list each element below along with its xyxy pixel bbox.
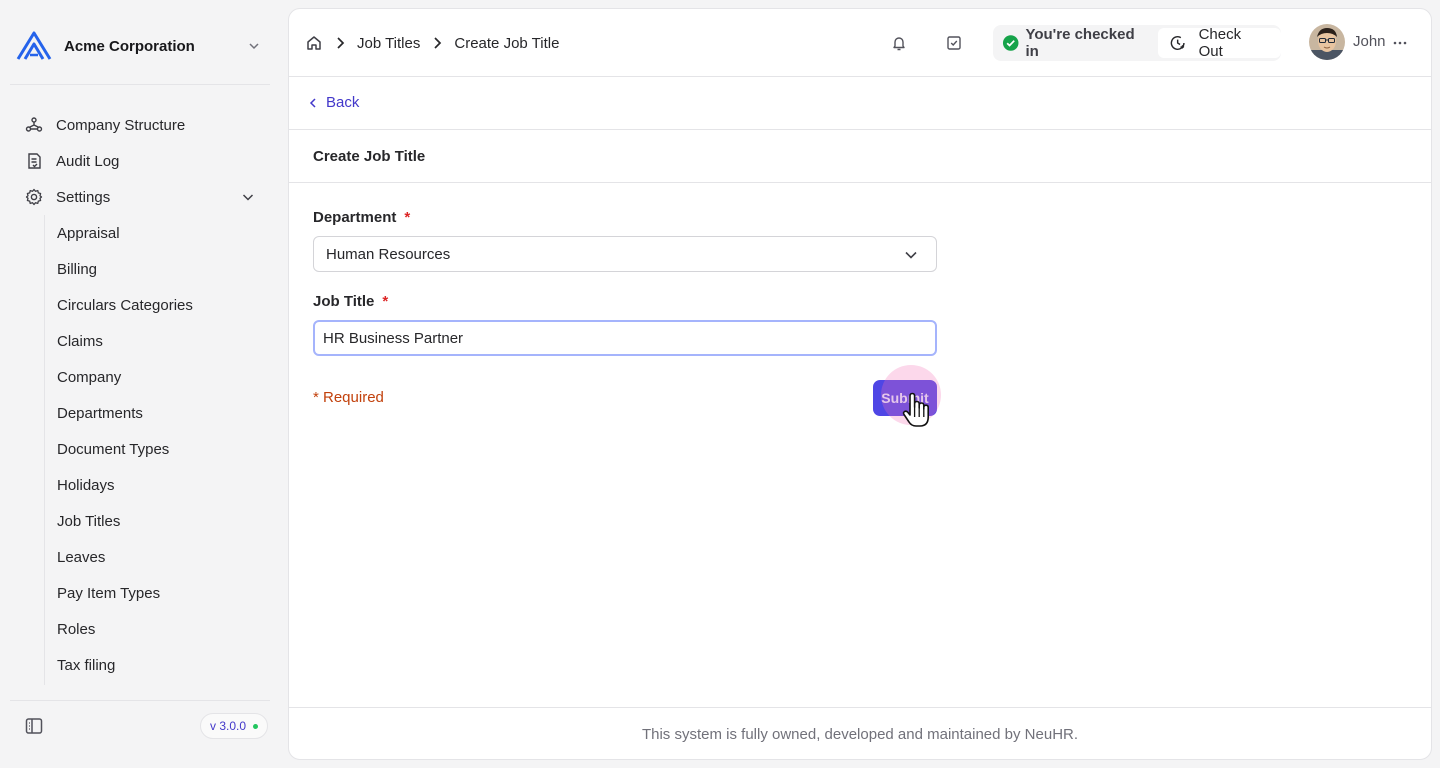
bell-icon[interactable]: [890, 34, 908, 52]
sidebar-item-circulars-categories[interactable]: Circulars Categories: [45, 287, 264, 323]
divider: [10, 84, 270, 85]
chevron-down-icon: [249, 43, 259, 50]
home-icon[interactable]: [305, 34, 323, 52]
main-panel: Job Titles Create Job Title You're check…: [288, 8, 1432, 760]
department-select[interactable]: Human Resources: [313, 236, 937, 272]
check-out-label: Check Out: [1198, 26, 1242, 60]
sidebar-item-label: Company Structure: [56, 116, 186, 134]
company-switcher[interactable]: Acme Corporation: [12, 24, 268, 68]
sidebar-item-appraisal[interactable]: Appraisal: [45, 215, 264, 251]
breadcrumb-job-titles[interactable]: Job Titles: [357, 35, 420, 52]
sidebar-toggle-icon[interactable]: [24, 716, 44, 736]
chevron-right-icon: [434, 37, 442, 49]
sidebar-item-claims[interactable]: Claims: [45, 323, 264, 359]
department-value: Human Resources: [326, 245, 451, 263]
sidebar-item-pay-item-types[interactable]: Pay Item Types: [45, 575, 264, 611]
version-badge: v 3.0.0: [200, 713, 269, 739]
version-text: v 3.0.0: [210, 719, 247, 733]
sidebar-item-tax-filing[interactable]: Tax filing: [45, 647, 264, 683]
task-check-icon[interactable]: [945, 34, 963, 52]
title-bar: Create Job Title: [289, 130, 1431, 183]
footer-text: This system is fully owned, developed an…: [641, 726, 1079, 743]
checkin-widget: You're checked in Check Out: [993, 25, 1281, 61]
sidebar-nav: Company Structure Audit Log Settings: [12, 107, 268, 215]
job-title-label-text: Job Title: [313, 293, 375, 310]
receipt-icon: [24, 151, 44, 171]
check-out-button[interactable]: Check Out: [1158, 26, 1281, 60]
back-bar: Back: [289, 77, 1431, 130]
hand-cursor-icon: [902, 392, 929, 427]
clock-icon: [1170, 36, 1185, 50]
status-dot: [253, 723, 259, 729]
back-link[interactable]: Back: [307, 94, 359, 111]
sidebar-item-settings[interactable]: Settings: [12, 179, 268, 215]
acme-logo-icon: [16, 31, 52, 60]
sidebar-item-company[interactable]: Company: [45, 359, 264, 395]
required-note: * Required: [313, 389, 384, 406]
network-icon: [24, 115, 44, 135]
check-circle-icon: [1002, 35, 1019, 51]
chevron-down-icon: [905, 251, 917, 259]
divider: [10, 700, 270, 701]
required-star: *: [382, 293, 389, 310]
sidebar-item-billing[interactable]: Billing: [45, 251, 264, 287]
sidebar-item-label: Settings: [56, 188, 111, 206]
sidebar-item-holidays[interactable]: Holidays: [45, 467, 264, 503]
sidebar-item-departments[interactable]: Departments: [45, 395, 264, 431]
avatar[interactable]: [1309, 24, 1345, 60]
breadcrumb: Job Titles Create Job Title: [305, 31, 559, 55]
back-label: Back: [326, 94, 360, 111]
job-title-input[interactable]: [313, 320, 937, 356]
sidebar-item-label: Audit Log: [56, 152, 120, 170]
sidebar-item-document-types[interactable]: Document Types: [45, 431, 264, 467]
chevron-down-icon: [242, 194, 254, 201]
company-name: Acme Corporation: [64, 37, 195, 55]
chevron-left-icon: [309, 97, 316, 108]
topbar: Job Titles Create Job Title You're check…: [289, 9, 1431, 77]
footer: This system is fully owned, developed an…: [289, 707, 1431, 759]
job-title-label: Job Title *: [313, 293, 388, 310]
sidebar-item-leaves[interactable]: Leaves: [45, 539, 264, 575]
user-avatar-image: [1309, 24, 1345, 60]
sidebar-item-roles[interactable]: Roles: [45, 611, 264, 647]
chevron-right-icon: [337, 37, 345, 49]
gear-icon: [24, 187, 44, 207]
department-label-text: Department: [313, 209, 397, 226]
sidebar: Acme Corporation Company Structure Audit…: [0, 0, 280, 768]
page-title: Create Job Title: [313, 148, 426, 165]
checkin-status: You're checked in: [1025, 26, 1135, 60]
breadcrumb-current: Create Job Title: [454, 34, 560, 52]
user-name[interactable]: John: [1353, 33, 1386, 50]
settings-subnav: Appraisal Billing Circulars Categories C…: [44, 215, 264, 685]
required-star: *: [404, 209, 411, 226]
sidebar-item-job-titles[interactable]: Job Titles: [45, 503, 264, 539]
more-horizontal-icon[interactable]: [1391, 34, 1409, 52]
sidebar-item-company-structure[interactable]: Company Structure: [12, 107, 268, 143]
sidebar-item-audit-log[interactable]: Audit Log: [12, 143, 268, 179]
department-label: Department *: [313, 209, 410, 226]
